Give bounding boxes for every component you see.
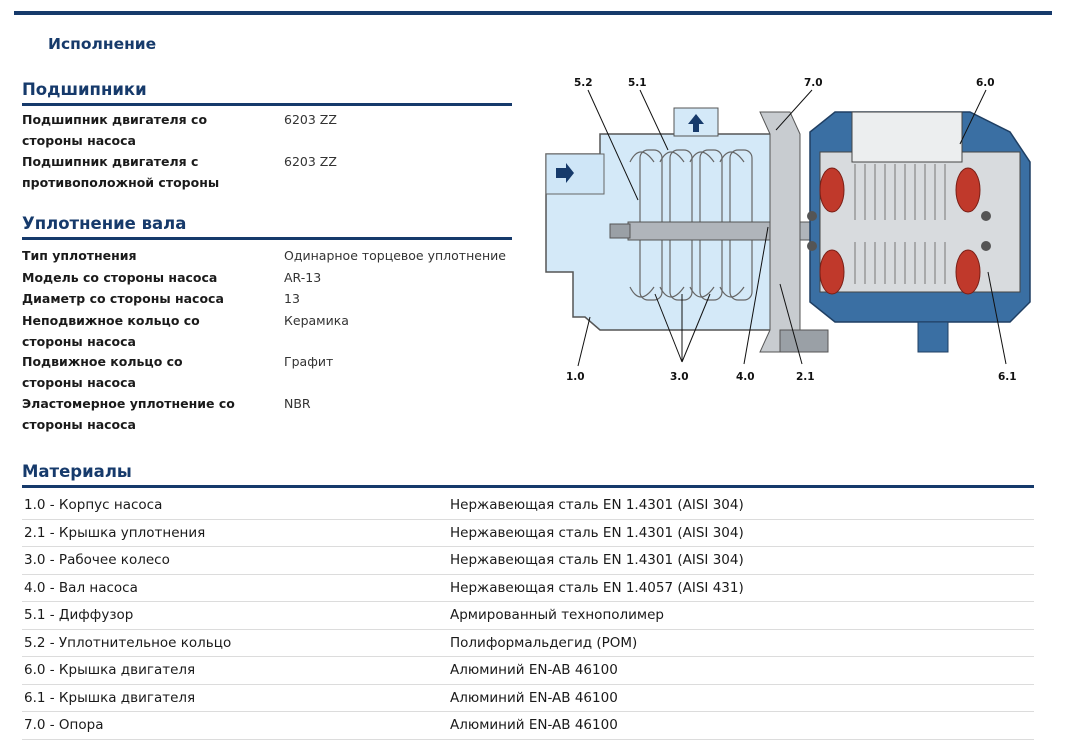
pump-cross-section-diagram: 5.2 5.1 7.0 6.0 1.0 3.0 4.0 2.1 6.1 — [545, 77, 1031, 383]
spec-label: Тип уплотнения — [22, 248, 137, 263]
part-material: Алюминий EN-AB 46100 — [450, 662, 618, 678]
part-name: 5.1 - Диффузор — [24, 607, 134, 623]
bearings-title: Подшипники — [22, 80, 147, 99]
spec-value: 6203 ZZ — [284, 154, 337, 169]
part-material: Нержавеющая сталь EN 1.4301 (AISI 304) — [450, 552, 744, 568]
callout-label: 6.0 — [976, 77, 995, 89]
part-name: 5.2 - Уплотнительное кольцо — [24, 634, 232, 651]
part-name: 3.0 - Рабочее колесо — [24, 552, 170, 568]
spec-label: Подшипник двигателя с противоположной ст… — [22, 154, 220, 190]
spec-row: Тип уплотнения Одинарное торцевое уплотн… — [22, 246, 512, 267]
spec-label: Модель со стороны насоса — [22, 270, 218, 285]
spec-row: Модель со стороны насоса AR-13 — [22, 268, 512, 289]
callout-label: 1.0 — [566, 371, 585, 383]
shaft-seal-rule — [22, 237, 512, 240]
materials-rule — [22, 485, 1034, 488]
part-material: Нержавеющая сталь EN 1.4301 (AISI 304) — [450, 497, 744, 513]
part-name: 2.1 - Крышка уплотнения — [24, 524, 206, 541]
table-row: 3.0 - Рабочее колесо Нержавеющая сталь E… — [22, 547, 1034, 575]
spec-value: Одинарное торцевое уплотнение — [284, 248, 506, 263]
spec-value: 6203 ZZ — [284, 112, 337, 127]
spec-value: 13 — [284, 291, 300, 306]
materials-title: Материалы — [22, 462, 132, 481]
callout-label: 7.0 — [804, 77, 823, 89]
spec-row: Подшипник двигателя с противоположной ст… — [22, 152, 512, 192]
motor-interior — [819, 151, 1021, 293]
callout-label: 5.2 — [574, 77, 593, 89]
spec-value: Керамика — [284, 313, 349, 328]
spec-label: Эластомерное уплотнение со стороны насос… — [22, 396, 235, 432]
shaft-seal-title: Уплотнение вала — [22, 214, 187, 233]
callout-label: 5.1 — [628, 77, 647, 89]
pump-foot — [779, 329, 829, 353]
table-row: 5.2 - Уплотнительное кольцо Полиформальд… — [22, 630, 1034, 657]
motor-foot — [917, 321, 949, 353]
page-title: Исполнение — [48, 35, 157, 53]
inlet-port — [545, 153, 605, 195]
table-row: 7.0 - Опора Алюминий EN-AB 46100 — [22, 712, 1034, 740]
spec-label: Подвижное кольцо со стороны насоса — [22, 354, 183, 390]
spec-row: Неподвижное кольцо со стороны насоса Кер… — [22, 311, 512, 351]
materials-table: 1.0 - Корпус насоса Нержавеющая сталь EN… — [22, 492, 1034, 740]
spec-value: NBR — [284, 396, 311, 411]
table-row: 4.0 - Вал насоса Нержавеющая сталь EN 1.… — [22, 575, 1034, 602]
spec-label: Диаметр со стороны насоса — [22, 291, 224, 306]
part-material: Армированный технополимер — [450, 607, 664, 623]
spec-row: Подшипник двигателя со стороны насоса 62… — [22, 110, 512, 150]
bearings-rule — [22, 103, 512, 106]
part-material: Нержавеющая сталь EN 1.4301 (AISI 304) — [450, 524, 744, 541]
spec-value: Графит — [284, 354, 334, 369]
part-material: Полиформальдегид (POM) — [450, 634, 638, 651]
part-material: Нержавеющая сталь EN 1.4057 (AISI 431) — [450, 579, 744, 596]
spec-label: Неподвижное кольцо со стороны насоса — [22, 313, 200, 349]
top-rule — [14, 11, 1052, 15]
part-name: 7.0 - Опора — [24, 717, 104, 733]
spec-row: Эластомерное уплотнение со стороны насос… — [22, 394, 512, 434]
spec-label: Подшипник двигателя со стороны насоса — [22, 112, 208, 148]
terminal-box — [851, 111, 963, 163]
spec-row: Диаметр со стороны насоса 13 — [22, 289, 512, 310]
part-name: 6.1 - Крышка двигателя — [24, 689, 196, 706]
part-name: 4.0 - Вал насоса — [24, 579, 138, 596]
callout-label: 6.1 — [998, 371, 1017, 383]
table-row: 2.1 - Крышка уплотнения Нержавеющая стал… — [22, 520, 1034, 547]
part-name: 6.0 - Крышка двигателя — [24, 662, 196, 678]
table-row: 5.1 - Диффузор Армированный технополимер — [22, 602, 1034, 630]
table-row: 6.1 - Крышка двигателя Алюминий EN-AB 46… — [22, 685, 1034, 712]
spec-value: AR-13 — [284, 270, 322, 285]
callout-label: 2.1 — [796, 371, 815, 383]
table-row: 1.0 - Корпус насоса Нержавеющая сталь EN… — [22, 492, 1034, 520]
callout-label: 4.0 — [736, 371, 755, 383]
part-name: 1.0 - Корпус насоса — [24, 497, 163, 513]
part-material: Алюминий EN-AB 46100 — [450, 689, 618, 706]
part-material: Алюминий EN-AB 46100 — [450, 717, 618, 733]
shaft-nut — [609, 223, 631, 239]
spec-row: Подвижное кольцо со стороны насоса Графи… — [22, 352, 512, 392]
table-row: 6.0 - Крышка двигателя Алюминий EN-AB 46… — [22, 657, 1034, 685]
callout-label: 3.0 — [670, 371, 689, 383]
